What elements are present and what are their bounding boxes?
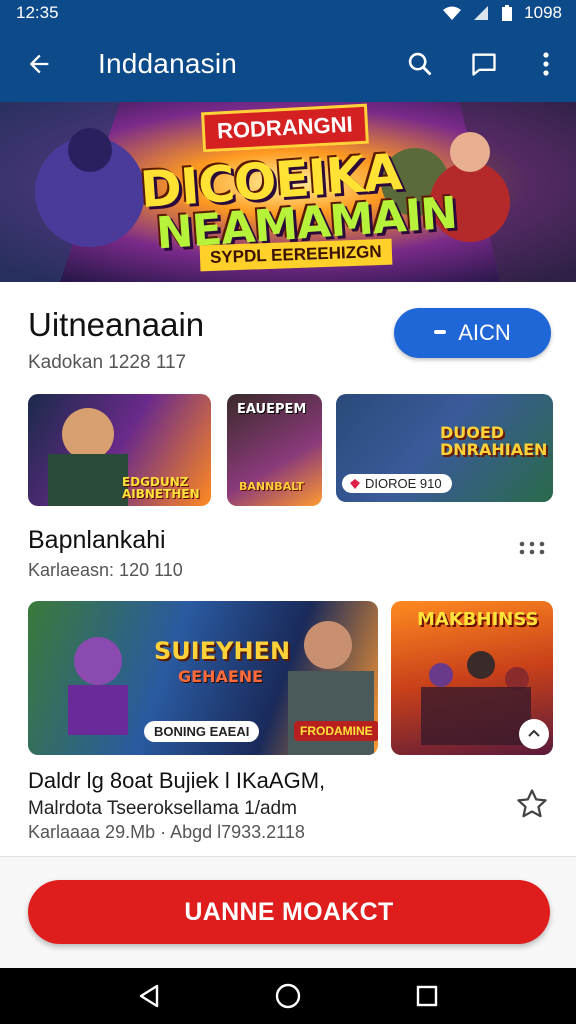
thumb3-badge-label: DIOROE 910 [365,476,442,491]
description-meta: Karlaaaa 29.Mb · Abgd l7933.2118 [28,822,305,842]
card1-badge-right: FRODAMINE [294,721,378,741]
thumb2-label2: BANNBALT [239,480,304,493]
thumb3-badge: DIOROE 910 [342,474,452,493]
search-button[interactable] [388,26,452,102]
nav-recents-icon [416,985,437,1007]
card1-badge-left: BONING EAEAI [144,721,260,742]
wifi-icon [443,6,462,20]
thumb3-label: DUOED DNRAHIAEN [440,423,548,459]
thumb1-label: EDGDUNZ AIBNETHEN [122,475,200,501]
signal-icon [474,6,489,20]
card1-badge-right-label: FRODAMINE [300,724,373,738]
search-icon [408,52,432,76]
more-horiz-icon [519,541,545,555]
cta-button-label: UANNE MOAKCT [184,897,394,926]
chat-button[interactable] [452,26,516,102]
section1-title: Uitneanaain [28,306,205,343]
section1-subtitle: Kadokan 1228 117 [28,352,187,373]
section2-title: Bapnlankahi [28,526,166,554]
thumbnail-1[interactable]: EDGDUNZ AIBNETHEN [28,394,211,506]
nav-back-button[interactable] [119,968,179,1024]
status-time: 12:35 [16,3,59,22]
expand-icon [528,729,540,737]
cta-button[interactable]: UANNE MOAKCT [28,880,550,944]
favorite-button[interactable] [512,784,552,824]
system-nav-bar [0,968,576,1024]
card1-title: SUIEYHEN [154,637,291,665]
nav-home-button[interactable] [258,968,318,1024]
thumbnail-2[interactable]: EAUEPEM BANNBALT [227,394,322,506]
nav-home-icon [275,983,301,1009]
card2-expand-button[interactable] [519,719,549,749]
back-arrow-icon [29,54,49,74]
description-subtitle: Malrdota Tseeroksellama 1/adm [28,798,297,819]
status-bar: 12:35 1098 [0,0,576,26]
dash-icon [434,330,447,334]
feature-card-2[interactable]: MAKBHINSS [391,601,553,755]
hero-banner[interactable]: RODRANGNI DICOEIKA NEAMAMAIN SYPDL EEREE… [0,102,576,282]
status-icons: 1098 [442,3,562,23]
page-title: Inddanasin [98,48,238,79]
thumbnail-3[interactable]: DUOED DNRAHIAEN DIOROE 910 [336,394,553,502]
card1-badge-left-label: BONING EAEAI [154,724,250,739]
nav-recents-button[interactable] [397,968,457,1024]
description-title: Daldr lg 8oat Bujiek l IKaAGM, [28,768,326,793]
section2-more-button[interactable] [512,532,552,564]
card2-title: MAKBHINSS [417,609,539,630]
star-outline-icon [517,789,547,818]
thumb2-label: EAUEPEM [237,402,307,417]
action-button[interactable]: AICN [394,308,551,358]
more-vert-icon [543,52,549,76]
gem-icon [350,478,360,489]
chat-icon [472,53,496,76]
battery-level: 1098 [524,3,562,22]
overflow-menu-button[interactable] [516,26,576,102]
battery-icon [502,5,513,21]
card1-tag: GEHAENE [178,667,264,686]
feature-card-1[interactable]: SUIEYHEN GEHAENE BONING EAEAI FRODAMINE [28,601,378,755]
section2-subtitle: Karlaeasn: 120 110 [28,560,183,580]
action-button-label: AICN [458,320,511,345]
back-button[interactable] [0,26,78,102]
nav-back-icon [140,984,159,1008]
app-bar: Inddanasin [0,26,576,102]
